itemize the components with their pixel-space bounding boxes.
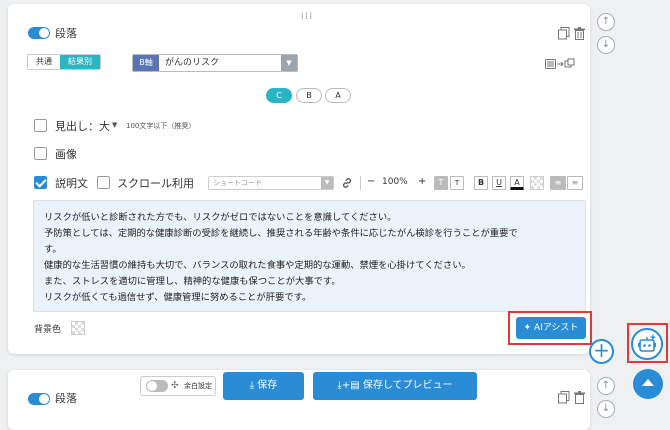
- ai-robot-button[interactable]: [631, 328, 663, 360]
- save-preview-label: 保存してプレビュー: [362, 380, 453, 391]
- move-down-icon[interactable]: ↓: [597, 400, 615, 418]
- bg-color-swatch[interactable]: [71, 321, 85, 335]
- save-label: 保存: [257, 380, 278, 391]
- body-line: また、ストレスを適切に管理し、精神的な健康も保つことが大事です。: [44, 276, 341, 287]
- tab-common[interactable]: 共通: [28, 55, 60, 69]
- heading-checkbox[interactable]: [34, 119, 47, 132]
- block-title: 段落: [55, 27, 77, 40]
- margin-settings-toggle[interactable]: ✣ 余白設定: [140, 376, 216, 396]
- move-up-icon[interactable]: ↑: [597, 377, 615, 395]
- scroll-top-button[interactable]: [633, 369, 663, 399]
- copy-icon[interactable]: [557, 390, 571, 404]
- scroll-checkbox[interactable]: [97, 176, 110, 189]
- download-doc-icon: ⤓+▤: [337, 380, 363, 391]
- body-line: 健康的な生活習慣の維持も大切で、バランスの取れた食事や定期的な運動、禁煙を心掛け…: [44, 260, 471, 271]
- font-size-decrease[interactable]: −: [367, 176, 375, 187]
- axis-select[interactable]: B軸 がんのリスク ▼: [132, 54, 298, 72]
- chevron-down-icon: ▼: [281, 55, 297, 71]
- copy-icon[interactable]: [557, 26, 571, 40]
- trash-icon[interactable]: [572, 390, 586, 404]
- body-line: リスクが低くても過信せず、健康管理に努めることが肝要です。: [44, 292, 312, 303]
- align-left-icon[interactable]: ≡: [550, 176, 566, 190]
- heading-note: 100文字以下（推奨）: [126, 122, 196, 130]
- variant-a[interactable]: A: [325, 88, 351, 103]
- toolbar-divider: [360, 176, 361, 190]
- next-block-title: 段落: [55, 392, 77, 405]
- save-preview-button[interactable]: ⤓+▤ 保存してプレビュー: [313, 372, 477, 400]
- robot-icon: [638, 334, 657, 352]
- add-block-button[interactable]: +: [589, 339, 614, 364]
- font-size-increase[interactable]: +: [418, 176, 426, 187]
- sparkle-icon: ✦: [523, 323, 534, 333]
- move-up-icon[interactable]: ↑: [597, 13, 615, 31]
- text-large-button[interactable]: T: [434, 176, 448, 190]
- chevron-down-icon: ▼: [321, 177, 333, 189]
- drag-handle-icon[interactable]: ⁞⁞⁞: [300, 12, 314, 24]
- body-line: 予防策としては、定期的な健康診断の受診を継続し、推奨される年齢や条件に応じたがん…: [44, 228, 518, 239]
- block-visibility-toggle[interactable]: [28, 27, 50, 39]
- result-tabs: 共通 結果別: [27, 54, 101, 70]
- margin-toggle-switch: [146, 380, 168, 392]
- align-center-icon[interactable]: ≡: [567, 176, 583, 190]
- ai-assist-label: AIアシスト: [533, 323, 579, 333]
- heading-label: 見出し：大: [55, 120, 110, 133]
- text-color-button[interactable]: A: [510, 176, 524, 190]
- image-label: 画像: [55, 148, 77, 161]
- image-checkbox[interactable]: [34, 147, 47, 160]
- scroll-label: スクロール利用: [117, 177, 194, 190]
- body-line: リスクが低いと診断された方でも、リスクがゼロではないことを意識してください。: [44, 212, 397, 223]
- underline-button[interactable]: U: [492, 176, 506, 190]
- body-line: す。: [44, 244, 62, 255]
- axis-tag: B軸: [133, 55, 159, 71]
- variant-c[interactable]: C: [266, 88, 292, 103]
- chevron-down-icon[interactable]: ▼: [112, 121, 117, 129]
- trash-icon[interactable]: [572, 26, 586, 40]
- ai-assist-button[interactable]: ✦ AIアシスト: [516, 317, 586, 339]
- spacing-icon: ✣: [171, 381, 179, 391]
- axis-value: がんのリスク: [165, 58, 220, 68]
- move-down-icon[interactable]: ↓: [597, 36, 615, 54]
- tab-by-result[interactable]: 結果別: [60, 55, 100, 69]
- bg-color-label: 背景色: [34, 325, 62, 335]
- link-icon[interactable]: [340, 176, 354, 190]
- font-size-value: 100%: [382, 177, 408, 187]
- next-block-visibility-toggle[interactable]: [28, 393, 50, 405]
- shortcode-placeholder: ショートコード: [213, 179, 262, 187]
- variant-b[interactable]: B: [296, 88, 322, 103]
- bold-button[interactable]: B: [474, 176, 488, 190]
- description-label: 説明文: [55, 177, 88, 190]
- shortcode-select[interactable]: ショートコード ▼: [208, 176, 334, 190]
- description-checkbox[interactable]: [34, 176, 47, 189]
- highlight-color-swatch[interactable]: [530, 176, 544, 190]
- layout-switch-icon[interactable]: [545, 57, 575, 71]
- save-button[interactable]: ⤓ 保存: [223, 372, 304, 400]
- description-editor[interactable]: リスクが低いと診断された方でも、リスクがゼロではないことを意識してください。 予…: [33, 200, 586, 312]
- text-small-button[interactable]: T: [450, 176, 464, 190]
